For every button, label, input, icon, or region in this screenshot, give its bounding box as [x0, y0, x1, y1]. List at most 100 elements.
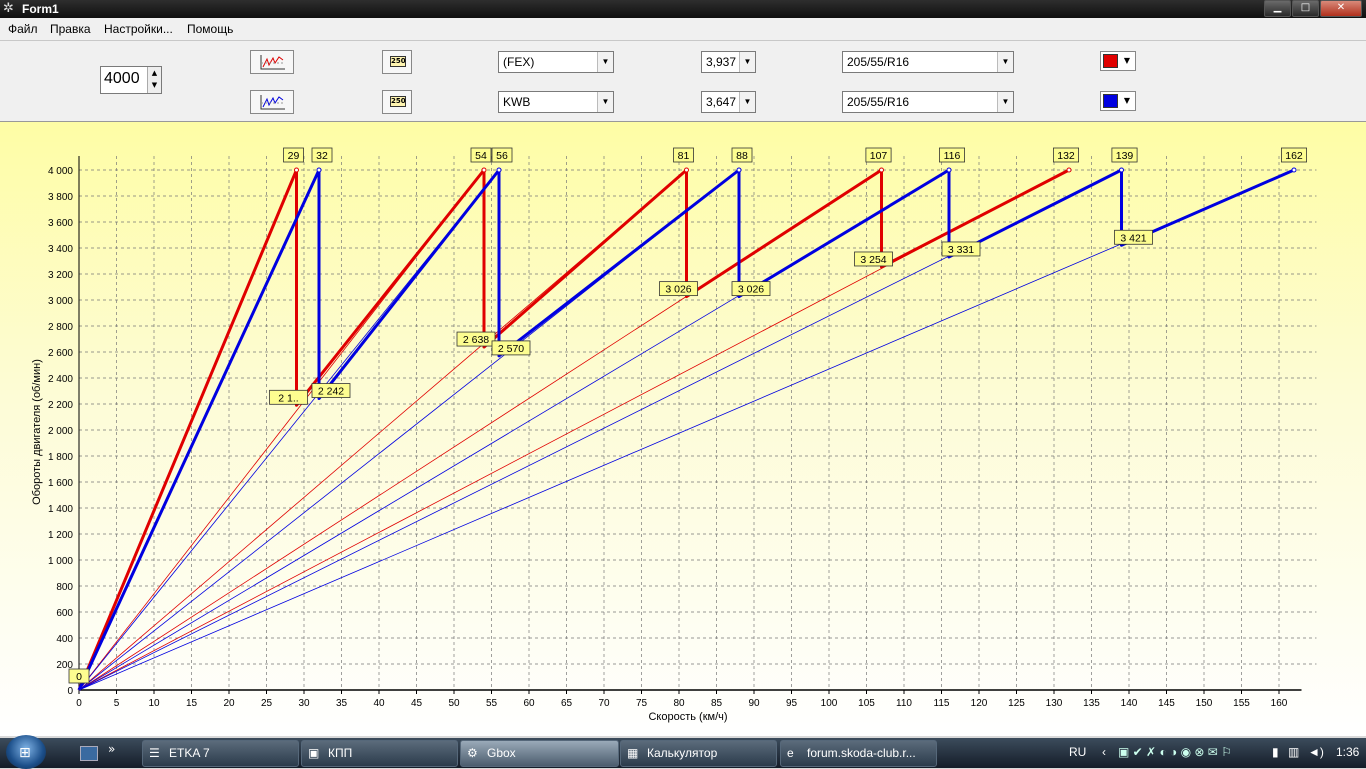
chevron-down-icon: ▼ — [997, 92, 1013, 112]
tray-expand-icon[interactable]: ‹ — [1102, 745, 1106, 759]
x-tick-label: 50 — [448, 698, 460, 709]
spin-arrows-icon[interactable]: ▲ ▼ — [147, 67, 161, 93]
system-tray: RU ‹ ▣ ✔ ✗ ◐ ◑ ◉ ⊗ ✉ ⚐ ▮ ▥ ◄) 1:36 — [1066, 738, 1366, 768]
tyre-select-1[interactable]: 205/55/R16 ▼ — [842, 51, 1014, 73]
tyre-select-2-value: 205/55/R16 — [847, 95, 910, 109]
x-tick-label: 90 — [748, 698, 760, 709]
shift-rpm-label: 2 242 — [318, 386, 344, 398]
network-icon[interactable]: ▥ — [1288, 745, 1299, 759]
speed-limit-button-2[interactable]: 250 — [382, 90, 412, 114]
menu-edit[interactable]: Правка — [50, 22, 91, 36]
window-title: Form1 — [22, 2, 59, 16]
series-point — [684, 167, 689, 173]
gearbox-select-2[interactable]: KWB ▼ — [498, 91, 614, 113]
x-tick-label: 75 — [636, 698, 648, 709]
shift-rpm-label: 2 1.. — [278, 392, 298, 404]
x-tick-label: 60 — [523, 698, 535, 709]
clock[interactable]: 1:36 — [1336, 745, 1359, 759]
taskbar-item-label: Калькулятор — [647, 746, 718, 760]
speed-250-icon: 250 — [390, 56, 406, 67]
x-tick-label: 145 — [1158, 698, 1175, 709]
x-tick-label: 10 — [148, 698, 160, 709]
x-tick-label: 130 — [1046, 698, 1063, 709]
x-tick-label: 115 — [934, 698, 950, 709]
top-speed-label: 139 — [1116, 150, 1134, 162]
chevron-down-icon: ▼ — [597, 52, 613, 72]
maximize-button[interactable]: □ — [1292, 0, 1319, 17]
close-button[interactable]: ✕ — [1320, 0, 1362, 17]
rpm-value: 4000 — [104, 70, 140, 87]
final-drive-select-1-value: 3,937 — [706, 55, 737, 69]
battery-icon[interactable]: ▮ — [1272, 745, 1279, 759]
color-picker-2[interactable]: ▼ — [1100, 91, 1136, 111]
taskbar-item-1[interactable]: ☰ ETKA 7 — [142, 740, 299, 767]
x-tick-label: 20 — [223, 698, 235, 709]
taskbar-item-3[interactable]: ⚙ Gbox — [460, 740, 619, 767]
gearbox-select-2-value: KWB — [503, 95, 531, 109]
x-tick-label: 100 — [821, 698, 838, 709]
language-indicator[interactable]: RU — [1069, 745, 1086, 759]
gearbox-select-1[interactable]: (FEX) ▼ — [498, 51, 614, 73]
series-point — [946, 167, 952, 173]
taskbar-item-5[interactable]: e forum.skoda-club.r... — [780, 740, 937, 767]
taskbar-item-label: forum.skoda-club.r... — [807, 746, 916, 760]
chart-area: 0 5 10 15 20 25 30 35 40 45 50 55 60 65 70 75 80 85 90 95 10… — [0, 122, 1366, 736]
x-tick-label: 30 — [298, 698, 310, 709]
y-tick-label: 400 — [56, 634, 73, 645]
x-tick-label: 135 — [1083, 698, 1100, 709]
x-axis-label: Скорость (км/ч) — [648, 711, 727, 723]
top-speed-label: 81 — [678, 150, 690, 162]
top-speed-label: 107 — [870, 150, 888, 162]
color-swatch-red — [1103, 54, 1118, 68]
y-tick-label: 3 600 — [48, 218, 73, 229]
start-button[interactable]: ⊞ — [6, 735, 46, 769]
shift-rpm-label: 2 570 — [498, 343, 524, 355]
origin-label: 0 — [76, 671, 82, 683]
series-point — [496, 167, 502, 173]
show-desktop-icon[interactable] — [80, 746, 98, 761]
final-drive-select-2[interactable]: 3,647 ▼ — [701, 91, 756, 113]
chart-axes: 0 5 10 15 20 25 30 35 40 45 50 55 60 65 70 75 80 85 90 95 10… — [48, 156, 1302, 709]
top-speed-label: 29 — [288, 150, 300, 162]
y-tick-label: 3 400 — [48, 244, 73, 255]
chart-toggle-button-1[interactable] — [250, 50, 294, 74]
color-picker-1[interactable]: ▼ — [1100, 51, 1136, 71]
ie-icon: e — [787, 746, 794, 760]
speed-limit-button-1[interactable]: 250 — [382, 50, 412, 74]
shift-rpm-label: 3 331 — [948, 244, 974, 256]
menu-file[interactable]: Файл — [8, 22, 38, 36]
y-tick-label: 4 000 — [48, 166, 73, 177]
chevron-down-icon: ▼ — [739, 92, 755, 112]
taskbar-item-label: КПП — [328, 746, 353, 760]
menu-help[interactable]: Помощь — [187, 22, 233, 36]
x-tick-label: 0 — [76, 698, 82, 709]
volume-icon[interactable]: ◄) — [1308, 745, 1324, 759]
tray-icons[interactable]: ▣ ✔ ✗ ◐ ◑ ◉ ⊗ ✉ ⚐ — [1118, 745, 1232, 759]
tyre-select-1-value: 205/55/R16 — [847, 55, 910, 69]
y-tick-label: 1 800 — [48, 452, 73, 463]
series-point — [1066, 167, 1072, 173]
top-speed-label: 132 — [1057, 150, 1075, 162]
menu-settings[interactable]: Настройки... — [104, 22, 173, 36]
minimize-button[interactable]: ▁ — [1264, 0, 1291, 17]
shift-rpm-label: 3 421 — [1120, 232, 1146, 244]
x-tick-label: 95 — [786, 698, 798, 709]
etka-icon: ☰ — [149, 746, 160, 760]
overflow-chevron-icon[interactable]: » — [108, 742, 115, 756]
taskbar-item-2[interactable]: ▣ КПП — [301, 740, 458, 767]
top-speed-label: 54 — [475, 150, 487, 162]
series-point — [879, 167, 884, 173]
series-point — [1119, 167, 1124, 173]
chevron-down-icon: ▼ — [597, 92, 613, 112]
chevron-down-icon: ▼ — [1123, 96, 1131, 105]
tyre-select-2[interactable]: 205/55/R16 ▼ — [842, 91, 1014, 113]
chart-toggle-button-2[interactable] — [250, 90, 294, 114]
y-tick-label: 1 200 — [48, 530, 73, 541]
taskbar-item-4[interactable]: ▦ Калькулятор — [620, 740, 777, 767]
gear-icon: ⚙ — [467, 746, 478, 760]
y-tick-label: 2 400 — [48, 374, 73, 385]
line-chart-icon — [260, 55, 285, 70]
taskbar: ⊞ » ☰ ETKA 7 ▣ КПП ⚙ Gbox ▦ Калькулятор e forum.s… — [0, 735, 1366, 769]
rpm-spinner[interactable]: 4000 ▲ ▼ — [100, 66, 162, 94]
final-drive-select-1[interactable]: 3,937 ▼ — [701, 51, 756, 73]
